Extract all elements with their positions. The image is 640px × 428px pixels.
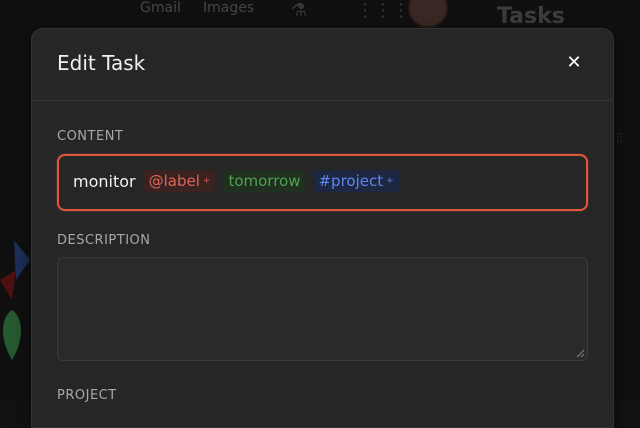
date-token[interactable]: tomorrow bbox=[223, 170, 306, 192]
description-label: DESCRIPTION bbox=[57, 233, 151, 248]
content-input[interactable]: monitor @label + tomorrow #project + bbox=[57, 154, 588, 211]
content-text: monitor bbox=[73, 171, 136, 191]
dialog-header: Edit Task ✕ bbox=[32, 29, 613, 101]
label-token-text: @label bbox=[148, 172, 200, 190]
label-token-plus: + bbox=[202, 176, 211, 186]
project-token-text: #project bbox=[318, 172, 384, 190]
project-token-plus: + bbox=[386, 176, 394, 186]
close-icon[interactable]: ✕ bbox=[564, 53, 584, 73]
project-label: PROJECT bbox=[57, 388, 117, 403]
content-row: monitor @label + tomorrow #project + bbox=[73, 170, 399, 192]
project-token[interactable]: #project + bbox=[313, 170, 399, 192]
edit-task-dialog: Edit Task ✕ CONTENT monitor @label + tom… bbox=[31, 28, 614, 428]
label-token[interactable]: @label + bbox=[143, 170, 216, 192]
content-label: CONTENT bbox=[57, 129, 124, 144]
description-textarea[interactable] bbox=[57, 257, 588, 361]
date-token-text: tomorrow bbox=[228, 172, 301, 190]
dialog-title: Edit Task bbox=[57, 51, 146, 75]
resize-handle-icon[interactable] bbox=[576, 349, 585, 358]
